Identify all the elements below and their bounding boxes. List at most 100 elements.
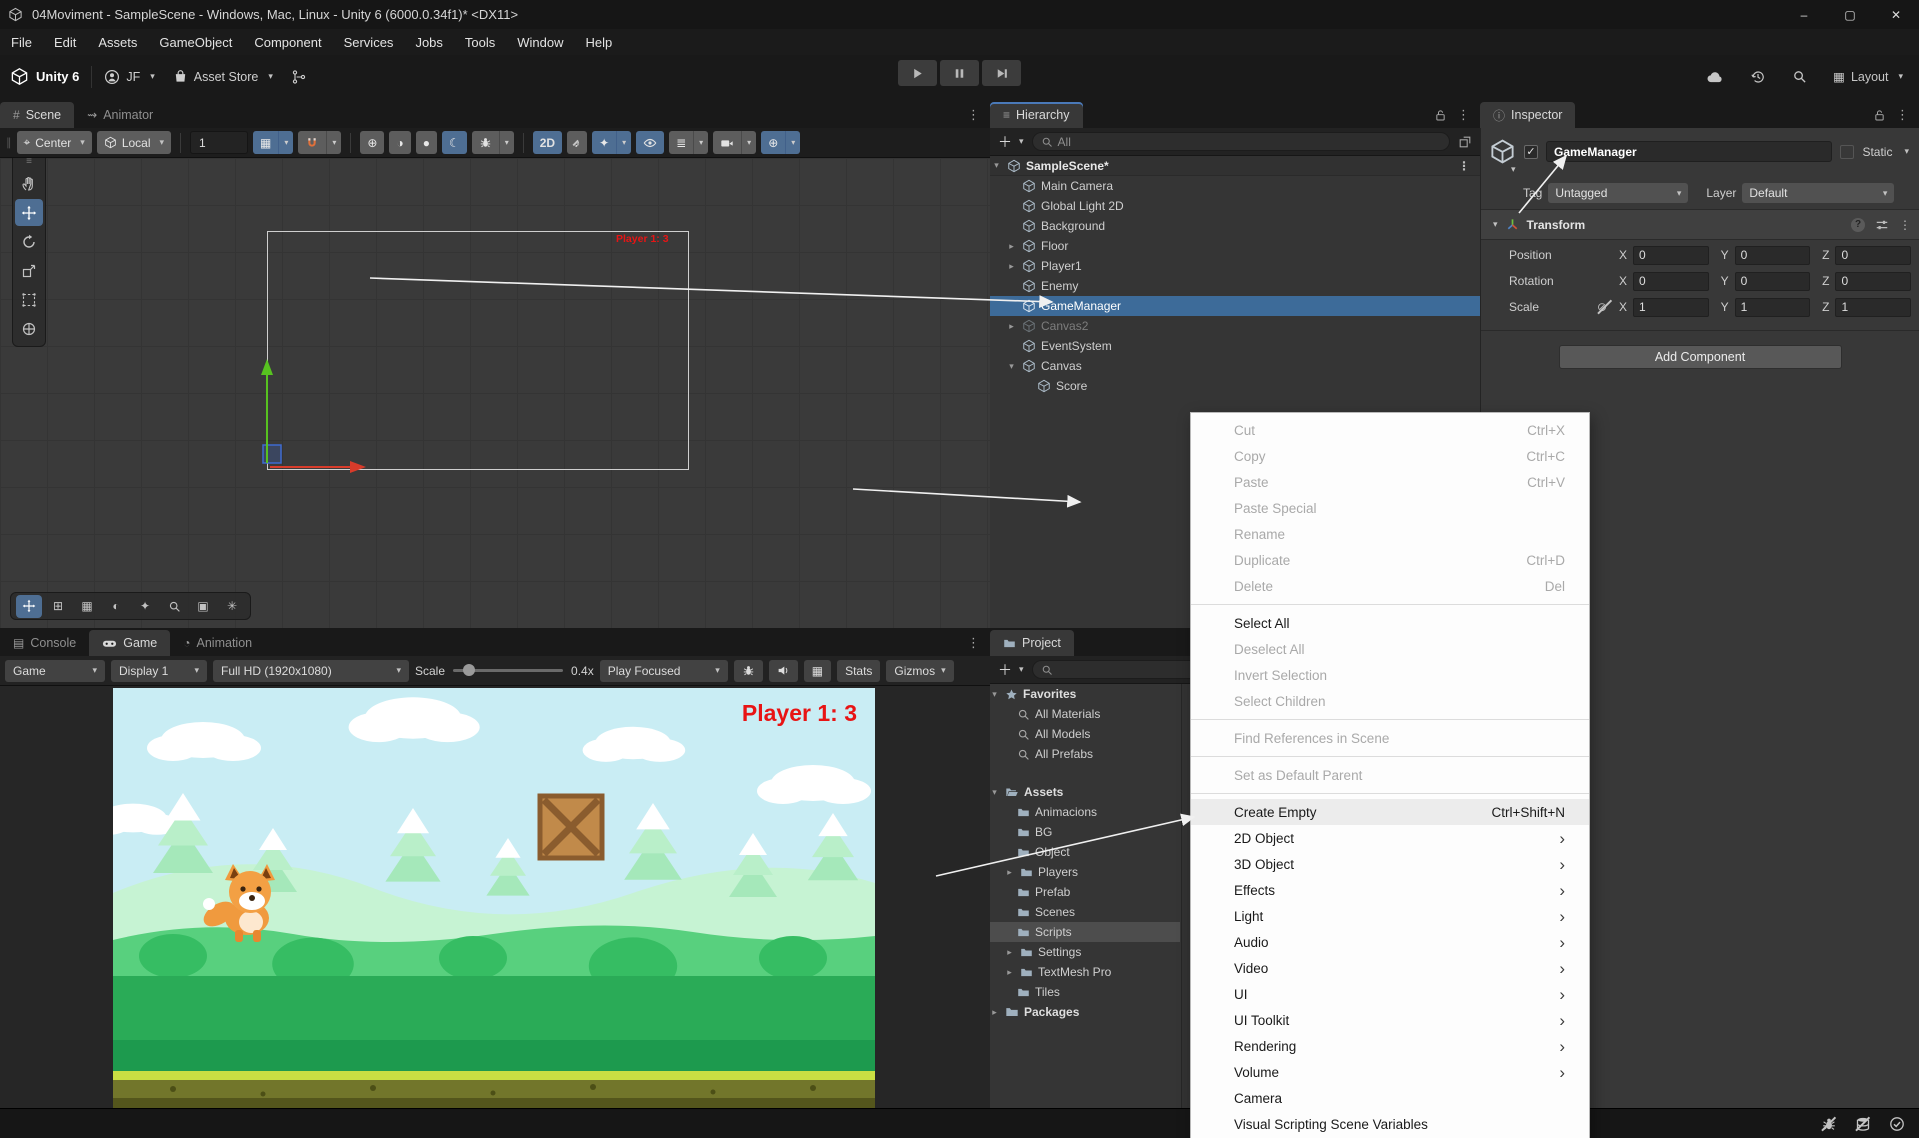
orientation-globe-button[interactable]: ⊕ bbox=[360, 131, 384, 154]
close-button[interactable]: ✕ bbox=[1873, 0, 1919, 29]
menu-gameobject[interactable]: GameObject bbox=[148, 35, 243, 50]
overlay-shading-button[interactable]: ◐ bbox=[103, 595, 129, 618]
menu-item-ui-toolkit[interactable]: UI Toolkit bbox=[1191, 1007, 1589, 1033]
project-folder-animacions[interactable]: Animacions bbox=[990, 802, 1180, 822]
layers-split-button[interactable]: ≣▾ bbox=[669, 131, 708, 154]
lighting-toggle[interactable]: ● bbox=[416, 131, 437, 154]
gameobject-name-field[interactable]: GameManager bbox=[1546, 141, 1832, 162]
asset-store-menu[interactable]: Asset Store▾ bbox=[173, 69, 273, 84]
menu-edit[interactable]: Edit bbox=[43, 35, 87, 50]
vsync-toggle[interactable]: ▦ bbox=[804, 660, 831, 682]
position-z-field[interactable]: 0 bbox=[1835, 246, 1911, 265]
menu-services[interactable]: Services bbox=[333, 35, 405, 50]
scale-x-field[interactable]: 1 bbox=[1633, 298, 1709, 317]
menu-item-volume[interactable]: Volume bbox=[1191, 1059, 1589, 1085]
resolution-dropdown[interactable]: Full HD (1920x1080)▾ bbox=[213, 660, 409, 682]
menu-window[interactable]: Window bbox=[506, 35, 574, 50]
display-dropdown[interactable]: Display 1▾ bbox=[111, 660, 207, 682]
panel-menu-icon[interactable]: ⋮ bbox=[967, 635, 990, 656]
menu-item-rendering[interactable]: Rendering bbox=[1191, 1033, 1589, 1059]
menu-tools[interactable]: Tools bbox=[454, 35, 506, 50]
project-tree[interactable]: ▾Favorites All Materials All Models All … bbox=[990, 684, 1180, 1108]
project-packages[interactable]: ▸Packages bbox=[990, 1002, 1180, 1022]
menu-item-2d-object[interactable]: 2D Object bbox=[1191, 825, 1589, 851]
panel-menu-icon[interactable]: ⋮ bbox=[967, 107, 990, 128]
panel-menu-icon[interactable]: ⋮ bbox=[1896, 107, 1909, 123]
tab-console[interactable]: ▤Console bbox=[0, 630, 89, 656]
scale-y-field[interactable]: 1 bbox=[1735, 298, 1811, 317]
maximize-button[interactable]: ▢ bbox=[1827, 0, 1873, 29]
project-folder-scripts[interactable]: Scripts bbox=[990, 922, 1180, 942]
menu-item-3d-object[interactable]: 3D Object bbox=[1191, 851, 1589, 877]
static-dropdown-icon[interactable]: ▾ bbox=[1904, 146, 1909, 157]
version-control-button[interactable] bbox=[291, 69, 307, 85]
project-all-materials[interactable]: All Materials bbox=[990, 704, 1180, 724]
position-x-field[interactable]: 0 bbox=[1633, 246, 1709, 265]
scale-slider[interactable] bbox=[453, 669, 563, 672]
rotation-x-field[interactable]: 0 bbox=[1633, 272, 1709, 291]
project-all-models[interactable]: All Models bbox=[990, 724, 1180, 744]
project-folder-object[interactable]: Object bbox=[990, 842, 1180, 862]
presets-icon[interactable] bbox=[1875, 218, 1889, 232]
mute-audio-toggle[interactable] bbox=[769, 660, 798, 682]
hierarchy-item-floor[interactable]: ▸Floor bbox=[990, 236, 1480, 256]
project-assets[interactable]: ▾Assets bbox=[990, 782, 1180, 802]
hierarchy-item-enemy[interactable]: Enemy bbox=[990, 276, 1480, 296]
grid-snap-split-button[interactable]: ▦▾ bbox=[253, 131, 293, 154]
tab-animation[interactable]: ◔Animation bbox=[170, 630, 265, 656]
project-folder-prefab[interactable]: Prefab bbox=[990, 882, 1180, 902]
status-ok-icon[interactable] bbox=[1889, 1116, 1905, 1132]
gizmos-dropdown[interactable]: Gizmos▾ bbox=[886, 660, 953, 682]
tab-game[interactable]: Game bbox=[89, 630, 170, 656]
hierarchy-item-score[interactable]: Score bbox=[990, 376, 1480, 396]
move-gizmo[interactable] bbox=[240, 353, 390, 478]
hierarchy-item-main-camera[interactable]: Main Camera bbox=[990, 176, 1480, 196]
move-tool[interactable] bbox=[15, 199, 43, 226]
rect-tool[interactable] bbox=[15, 286, 43, 313]
add-component-button[interactable]: Add Component bbox=[1559, 345, 1842, 369]
hierarchy-item-global-light-2d[interactable]: Global Light 2D bbox=[990, 196, 1480, 216]
create-asset-button[interactable]: ＋▾ bbox=[998, 660, 1024, 680]
position-y-field[interactable]: 0 bbox=[1735, 246, 1811, 265]
overlay-search-button[interactable] bbox=[161, 595, 187, 618]
overlay-frame-button[interactable]: ⊞ bbox=[45, 595, 71, 618]
scene-menu-icon[interactable]: ⋮ bbox=[1458, 159, 1470, 173]
panel-menu-icon[interactable]: ⋮ bbox=[1457, 107, 1470, 123]
debugger-disabled-icon[interactable] bbox=[1821, 1116, 1837, 1132]
snap-split-button[interactable]: ▾ bbox=[298, 131, 341, 154]
tool-handle-rotation-dropdown[interactable]: Local▾ bbox=[97, 131, 171, 154]
tab-animator[interactable]: ⇝Animator bbox=[74, 102, 166, 128]
menu-item-create-empty[interactable]: Create EmptyCtrl+Shift+N bbox=[1191, 799, 1589, 825]
drag-handle-icon[interactable]: ∥ bbox=[6, 136, 12, 149]
effects-split-button[interactable]: ✦▾ bbox=[592, 131, 631, 154]
pause-button[interactable] bbox=[940, 60, 979, 86]
overlay-grid-button[interactable]: ▦ bbox=[74, 595, 100, 618]
hierarchy-search-input[interactable]: All bbox=[1032, 132, 1450, 151]
tab-project[interactable]: Project bbox=[990, 630, 1074, 656]
menu-item-camera[interactable]: Camera bbox=[1191, 1085, 1589, 1111]
overlay-drag-handle[interactable]: ≡ bbox=[26, 158, 32, 169]
hierarchy-item-background[interactable]: Background bbox=[990, 216, 1480, 236]
camera-globe-button[interactable]: ◑ bbox=[389, 131, 410, 154]
stats-toggle[interactable]: Stats bbox=[837, 660, 880, 682]
project-folder-textmesh-pro[interactable]: ▸TextMesh Pro bbox=[990, 962, 1180, 982]
grid-size-field[interactable]: 1 bbox=[190, 131, 248, 154]
hierarchy-item-canvas[interactable]: ▾Canvas bbox=[990, 356, 1480, 376]
play-button[interactable] bbox=[898, 60, 937, 86]
layout-dropdown[interactable]: ▦ Layout▾ bbox=[1833, 69, 1903, 84]
cache-disabled-icon[interactable] bbox=[1855, 1116, 1871, 1132]
menu-item-audio[interactable]: Audio bbox=[1191, 929, 1589, 955]
static-checkbox[interactable] bbox=[1840, 145, 1854, 159]
transform-component-header[interactable]: ▾ Transform ? ⋮ bbox=[1481, 210, 1919, 240]
project-folder-tiles[interactable]: Tiles bbox=[990, 982, 1180, 1002]
lock-icon[interactable] bbox=[1434, 109, 1447, 122]
overlay-effects-button[interactable]: ✦ bbox=[132, 595, 158, 618]
slider-knob[interactable] bbox=[463, 664, 475, 676]
layer-dropdown[interactable]: Default▾ bbox=[1742, 183, 1894, 203]
menu-item-video[interactable]: Video bbox=[1191, 955, 1589, 981]
tool-handle-pivot-dropdown[interactable]: ⌖Center▾ bbox=[17, 131, 92, 154]
skybox-toggle[interactable]: ☾ bbox=[442, 131, 467, 154]
overlay-particles-button[interactable]: ✳ bbox=[219, 595, 245, 618]
hierarchy-item-canvas2[interactable]: ▸Canvas2 bbox=[990, 316, 1480, 336]
cloud-icon[interactable] bbox=[1706, 68, 1724, 86]
